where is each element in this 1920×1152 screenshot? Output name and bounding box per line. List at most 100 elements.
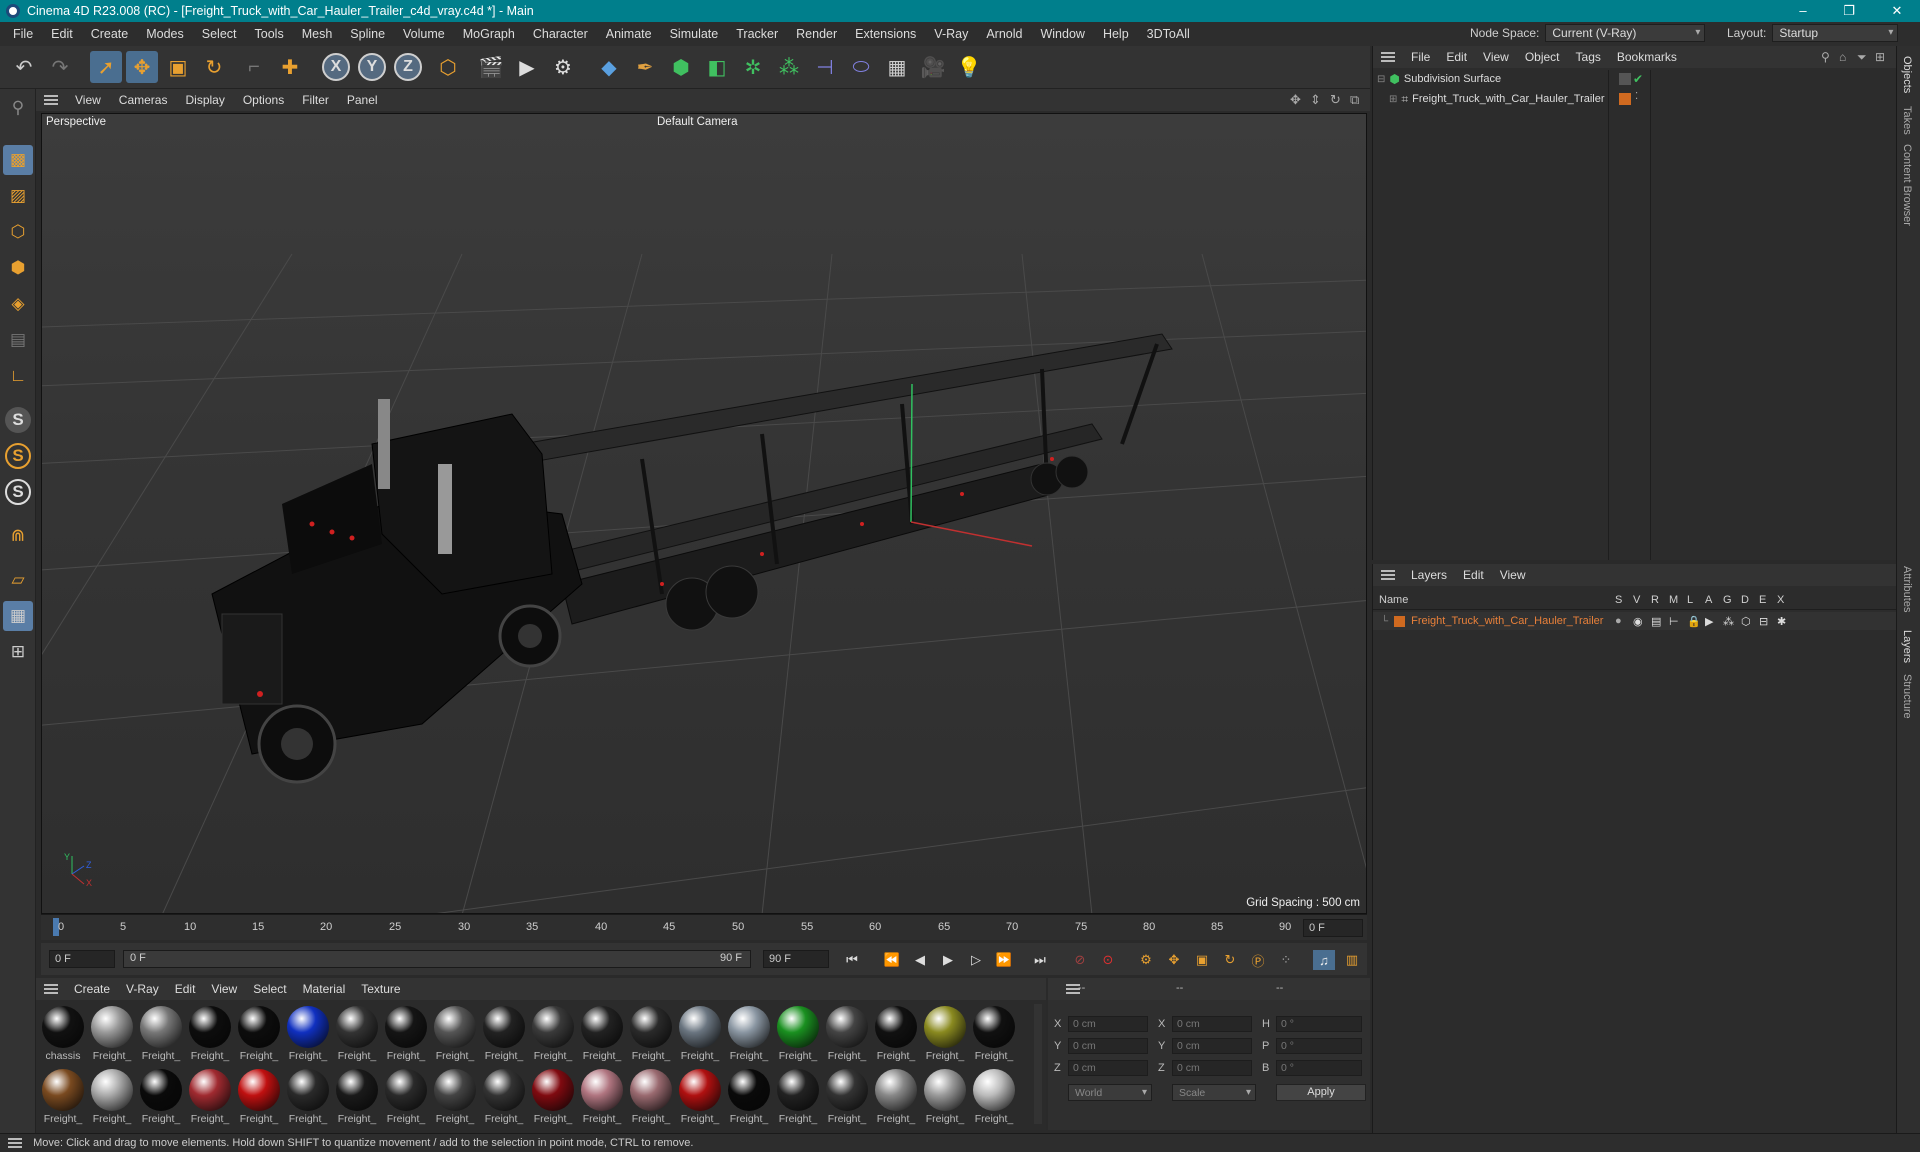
light-icon[interactable]: 💡 xyxy=(953,51,985,83)
material-menu-select[interactable]: Select xyxy=(245,982,294,996)
menu-tools[interactable]: Tools xyxy=(246,27,293,41)
material-swatch[interactable]: Freight_ xyxy=(579,1004,625,1064)
deformer-icon[interactable]: ⊣ xyxy=(809,51,841,83)
layer-manager-icon[interactable]: ⊢ xyxy=(1669,615,1679,628)
extrude-icon[interactable]: ◧ xyxy=(701,51,733,83)
rotate-tool-icon[interactable]: ↻ xyxy=(198,51,230,83)
world-coordinates-icon[interactable]: ⬡ xyxy=(432,51,464,83)
material-swatch[interactable]: Freight_ xyxy=(187,1004,233,1064)
undo-icon[interactable]: ↶ xyxy=(8,51,40,83)
material-swatch[interactable]: Freight_ xyxy=(628,1067,674,1127)
material-swatch[interactable]: Freight_ xyxy=(187,1067,233,1127)
redo-icon[interactable]: ↷ xyxy=(44,51,76,83)
key-pla-icon[interactable]: ⁘ xyxy=(1275,950,1297,970)
scale-tool-icon[interactable]: ▣ xyxy=(162,51,194,83)
field-icon[interactable]: ⬭ xyxy=(845,51,877,83)
tab-attributes[interactable]: Attributes xyxy=(1901,566,1913,612)
points-mode-icon[interactable]: ⬡ xyxy=(3,217,33,247)
menu-window[interactable]: Window xyxy=(1031,27,1093,41)
material-swatch[interactable]: Freight_ xyxy=(677,1004,723,1064)
collapse-icon[interactable]: ⊟ xyxy=(1377,74,1385,85)
polygons-mode-icon[interactable]: ◈ xyxy=(3,289,33,319)
material-swatch[interactable]: Freight_ xyxy=(432,1067,478,1127)
layout-dropdown[interactable]: Startup xyxy=(1772,24,1899,42)
material-swatch[interactable]: Freight_ xyxy=(971,1004,1017,1064)
apply-button[interactable]: Apply xyxy=(1276,1084,1366,1101)
material-swatch[interactable]: Freight_ xyxy=(530,1004,576,1064)
object-hamburger-icon[interactable] xyxy=(1381,52,1395,62)
3d-viewport[interactable]: Perspective Default Camera Grid Spacing … xyxy=(41,113,1367,914)
x-axis-lock-button[interactable]: X xyxy=(322,53,350,81)
next-key-icon[interactable]: ⏩ xyxy=(993,950,1015,970)
material-menu-edit[interactable]: Edit xyxy=(167,982,204,996)
material-menu-create[interactable]: Create xyxy=(66,982,118,996)
previous-frame-icon[interactable]: ◀ xyxy=(909,950,931,970)
grid-icon[interactable]: ▦ xyxy=(3,601,33,631)
coord-rot-b-field[interactable]: 0 ° xyxy=(1276,1060,1362,1076)
menu-arnold[interactable]: Arnold xyxy=(977,27,1031,41)
menu-modes[interactable]: Modes xyxy=(137,27,193,41)
make-editable-icon[interactable]: ⚲ xyxy=(3,93,33,123)
material-swatch[interactable]: Freight_ xyxy=(285,1004,331,1064)
workplane-icon[interactable]: ▱ xyxy=(3,565,33,595)
object-row-truck[interactable]: ⊞ ⌗ Freight_Truck_with_Car_Hauler_Traile… xyxy=(1389,90,1609,108)
timeline-window-icon[interactable]: ▥ xyxy=(1341,950,1363,970)
timeline-ruler[interactable]: 0 5 10 15 20 25 30 35 40 45 50 55 60 65 … xyxy=(41,914,1367,940)
material-swatch[interactable]: Freight_ xyxy=(138,1004,184,1064)
uv-mode-icon[interactable]: ▤ xyxy=(3,325,33,355)
material-swatch[interactable]: Freight_ xyxy=(726,1004,772,1064)
coord-pos-x-field[interactable]: 0 cm xyxy=(1068,1016,1148,1032)
cloner-icon[interactable]: ✲ xyxy=(737,51,769,83)
minimize-button[interactable]: – xyxy=(1780,0,1826,22)
render-region-icon[interactable]: 🎬 xyxy=(475,51,507,83)
viewport-menu-view[interactable]: View xyxy=(66,93,110,107)
model-mode-icon[interactable]: ▩ xyxy=(3,145,33,175)
tab-takes[interactable]: Takes xyxy=(1901,106,1913,135)
layer-menu-edit[interactable]: Edit xyxy=(1455,568,1492,582)
key-rotation-icon[interactable]: ↻ xyxy=(1219,950,1241,970)
camera-icon[interactable]: 🎥 xyxy=(917,51,949,83)
menu-vray[interactable]: V-Ray xyxy=(925,27,977,41)
menu-tracker[interactable]: Tracker xyxy=(727,27,787,41)
next-frame-icon[interactable]: ▷ xyxy=(965,950,987,970)
node-space-dropdown[interactable]: Current (V-Ray) xyxy=(1545,24,1706,42)
key-position-icon[interactable]: ✥ xyxy=(1163,950,1185,970)
layer-color-icon[interactable] xyxy=(1619,93,1631,105)
layer-tag-icon[interactable] xyxy=(1619,73,1631,85)
visibility-dots-icon[interactable]: ⁚ xyxy=(1635,91,1638,102)
layer-visible-icon[interactable]: ◉ xyxy=(1633,615,1643,628)
material-swatch[interactable]: Freight_ xyxy=(922,1004,968,1064)
viewport-menu-filter[interactable]: Filter xyxy=(293,93,338,107)
material-swatch[interactable]: Freight_ xyxy=(726,1067,772,1127)
snap-button[interactable]: S xyxy=(5,407,31,433)
coord-size-z-field[interactable]: 0 cm xyxy=(1172,1060,1252,1076)
material-swatch[interactable]: Freight_ xyxy=(530,1067,576,1127)
texture-mode-icon[interactable]: ▨ xyxy=(3,181,33,211)
material-swatch[interactable]: Freight_ xyxy=(138,1067,184,1127)
menu-spline[interactable]: Spline xyxy=(341,27,394,41)
material-menu-view[interactable]: View xyxy=(203,982,245,996)
menu-volume[interactable]: Volume xyxy=(394,27,454,41)
coord-scale-dropdown[interactable]: Scale xyxy=(1172,1084,1256,1101)
layer-solo-icon[interactable]: ● xyxy=(1615,615,1622,627)
material-swatch[interactable]: Freight_ xyxy=(89,1067,135,1127)
solo-button[interactable]: S xyxy=(5,479,31,505)
go-to-start-icon[interactable]: ⏮ xyxy=(841,950,863,970)
material-swatch[interactable]: Freight_ xyxy=(383,1004,429,1064)
material-swatch[interactable]: Freight_ xyxy=(432,1004,478,1064)
menu-create[interactable]: Create xyxy=(82,27,138,41)
z-axis-lock-button[interactable]: Z xyxy=(394,53,422,81)
material-swatch[interactable]: Freight_ xyxy=(40,1067,86,1127)
object-row-subdivision[interactable]: ⊟ ⬢ Subdivision Surface xyxy=(1377,70,1607,88)
current-frame-field[interactable]: 0 F xyxy=(1303,919,1363,937)
material-menu-texture[interactable]: Texture xyxy=(353,982,408,996)
material-swatch[interactable]: chassis xyxy=(40,1004,86,1064)
edges-mode-icon[interactable]: ⬢ xyxy=(3,253,33,283)
coord-size-x-field[interactable]: 0 cm xyxy=(1172,1016,1252,1032)
mograph-cubes-icon[interactable]: ⁂ xyxy=(773,51,805,83)
menu-mesh[interactable]: Mesh xyxy=(293,27,342,41)
material-swatch[interactable]: Freight_ xyxy=(334,1067,380,1127)
layer-xref-icon[interactable]: ✱ xyxy=(1777,615,1786,628)
menu-extensions[interactable]: Extensions xyxy=(846,27,925,41)
y-axis-lock-button[interactable]: Y xyxy=(358,53,386,81)
